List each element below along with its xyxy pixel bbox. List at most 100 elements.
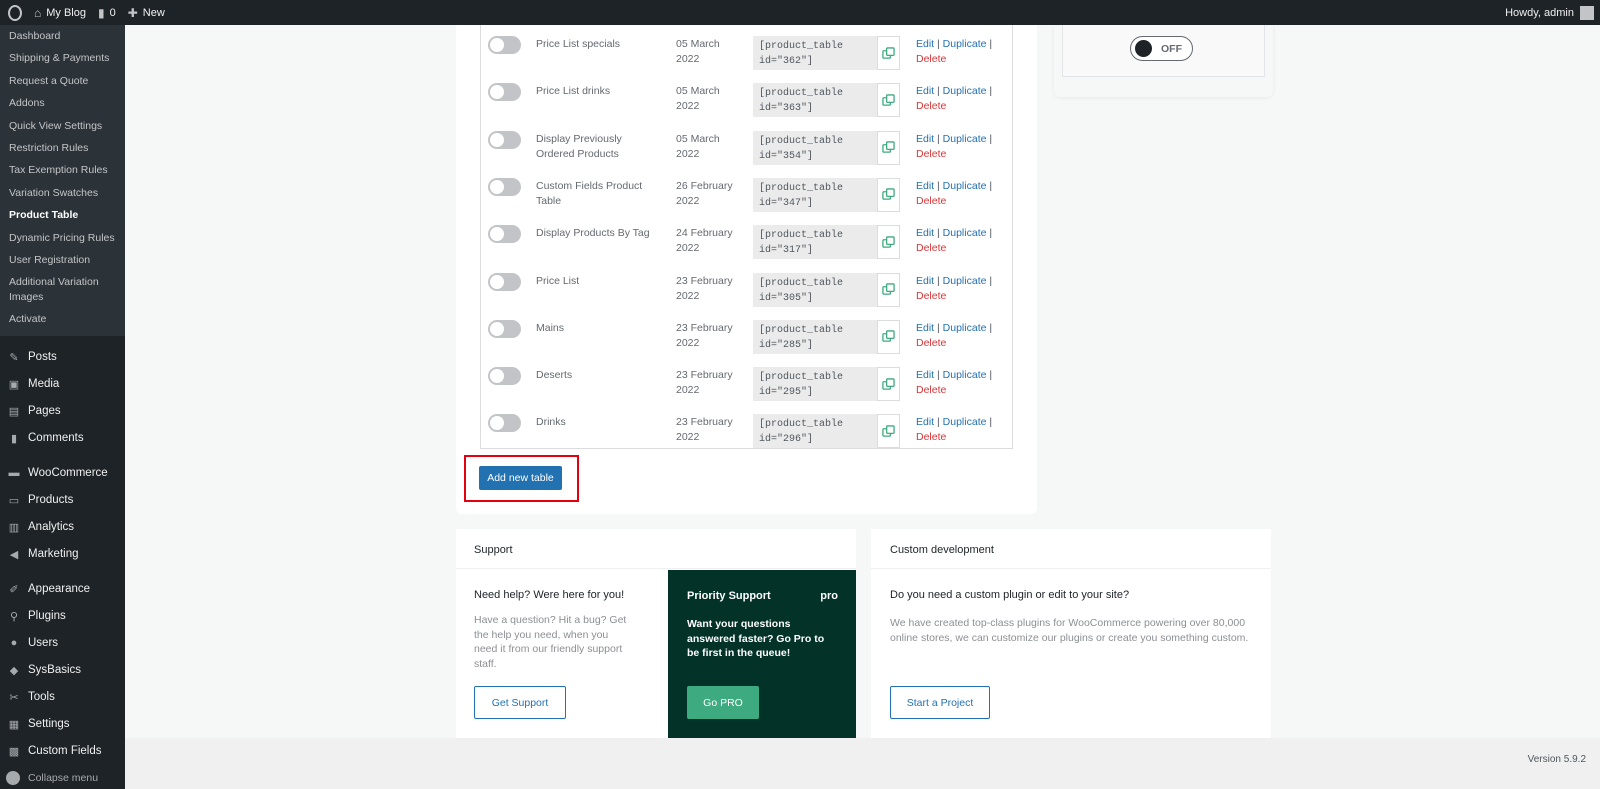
shortcode[interactable]: [product_table id="305"] bbox=[753, 272, 877, 307]
delete-link[interactable]: Delete bbox=[916, 195, 946, 207]
table-status-toggle[interactable] bbox=[488, 319, 521, 338]
copy-shortcode-button[interactable] bbox=[877, 414, 900, 449]
submenu-item[interactable]: Quick View Settings bbox=[0, 115, 125, 137]
comments-link[interactable]: ▮ 0 bbox=[92, 0, 122, 25]
submenu-item[interactable]: Variation Swatches bbox=[0, 182, 125, 204]
copy-shortcode-button[interactable] bbox=[877, 177, 900, 212]
submenu-item[interactable]: Product Table bbox=[0, 204, 125, 226]
table-status-toggle[interactable] bbox=[488, 177, 521, 196]
shortcode[interactable]: [product_table id="354"] bbox=[753, 130, 877, 165]
submenu-item[interactable]: User Registration bbox=[0, 249, 125, 271]
menu-item[interactable]: ✎ Posts bbox=[0, 344, 125, 371]
table-name: Display Products By Tag bbox=[536, 227, 650, 240]
menu-item[interactable]: ▩ Custom Fields bbox=[0, 738, 125, 765]
menu-item[interactable]: ◀ Marketing bbox=[0, 541, 125, 568]
duplicate-link[interactable]: Duplicate bbox=[943, 416, 987, 428]
duplicate-link[interactable]: Duplicate bbox=[943, 369, 987, 381]
wordpress-logo-icon[interactable] bbox=[2, 0, 28, 25]
delete-link[interactable]: Delete bbox=[916, 53, 946, 65]
toggle-label: OFF bbox=[1161, 42, 1182, 55]
menu-item[interactable]: ▦ Settings bbox=[0, 711, 125, 738]
menu-item[interactable]: ✂ Tools bbox=[0, 684, 125, 711]
duplicate-link[interactable]: Duplicate bbox=[943, 133, 987, 145]
duplicate-link[interactable]: Duplicate bbox=[943, 85, 987, 97]
delete-link[interactable]: Delete bbox=[916, 148, 946, 160]
duplicate-link[interactable]: Duplicate bbox=[943, 227, 987, 239]
go-pro-button[interactable]: Go PRO bbox=[687, 686, 759, 719]
menu-item[interactable]: ▥ Analytics bbox=[0, 514, 125, 541]
table-status-toggle[interactable] bbox=[488, 414, 521, 433]
edit-link[interactable]: Edit bbox=[916, 180, 934, 192]
shortcode[interactable]: [product_table id="362"] bbox=[753, 36, 877, 70]
table-status-toggle[interactable] bbox=[488, 367, 521, 386]
account-menu[interactable]: Howdy, admin bbox=[1499, 0, 1600, 25]
submenu-item[interactable]: Restriction Rules bbox=[0, 137, 125, 159]
copy-shortcode-button[interactable] bbox=[877, 272, 900, 307]
menu-item[interactable]: ▣ Media bbox=[0, 371, 125, 398]
shortcode[interactable]: [product_table id="285"] bbox=[753, 319, 877, 354]
get-support-button[interactable]: Get Support bbox=[474, 686, 566, 719]
table-status-toggle[interactable] bbox=[488, 83, 521, 102]
submenu-item[interactable]: Shipping & Payments bbox=[0, 47, 125, 69]
menu-item[interactable]: ◆ SysBasics bbox=[0, 657, 125, 684]
submenu-item[interactable]: Dynamic Pricing Rules bbox=[0, 227, 125, 249]
shortcode[interactable]: [product_table id="317"] bbox=[753, 225, 877, 260]
edit-link[interactable]: Edit bbox=[916, 322, 934, 334]
duplicate-link[interactable]: Duplicate bbox=[943, 275, 987, 287]
shortcode[interactable]: [product_table id="363"] bbox=[753, 83, 877, 118]
copy-shortcode-button[interactable] bbox=[877, 225, 900, 260]
edit-link[interactable]: Edit bbox=[916, 133, 934, 145]
menu-item-label: Tools bbox=[28, 691, 55, 704]
submenu-item[interactable]: Addons bbox=[0, 92, 125, 114]
delete-link[interactable]: Delete bbox=[916, 431, 946, 443]
shortcode[interactable]: [product_table id="347"] bbox=[753, 177, 877, 212]
edit-link[interactable]: Edit bbox=[916, 85, 934, 97]
menu-item[interactable]: ▮ Comments bbox=[0, 425, 125, 452]
collapse-menu-button[interactable]: Collapse menu bbox=[0, 765, 125, 789]
shortcode[interactable]: [product_table id="295"] bbox=[753, 367, 877, 402]
menu-item[interactable]: ● Users bbox=[0, 630, 125, 657]
copy-shortcode-button[interactable] bbox=[877, 367, 900, 402]
edit-link[interactable]: Edit bbox=[916, 227, 934, 239]
delete-link[interactable]: Delete bbox=[916, 290, 946, 302]
delete-link[interactable]: Delete bbox=[916, 242, 946, 254]
copy-shortcode-button[interactable] bbox=[877, 319, 900, 354]
duplicate-link[interactable]: Duplicate bbox=[943, 38, 987, 50]
copy-shortcode-button[interactable] bbox=[877, 83, 900, 118]
menu-item[interactable]: ▬ WooCommerce bbox=[0, 460, 125, 487]
submenu-item[interactable]: Additional Variation Images bbox=[0, 271, 125, 308]
submenu-item[interactable]: Activate bbox=[0, 308, 125, 330]
menu-item[interactable]: ⚲ Plugins bbox=[0, 603, 125, 630]
edit-link[interactable]: Edit bbox=[916, 369, 934, 381]
submenu-item[interactable]: Tax Exemption Rules bbox=[0, 159, 125, 181]
table-status-toggle[interactable] bbox=[488, 130, 521, 149]
edit-link[interactable]: Edit bbox=[916, 416, 934, 428]
table-status-toggle[interactable] bbox=[488, 225, 521, 244]
edit-link[interactable]: Edit bbox=[916, 38, 934, 50]
table-status-toggle[interactable] bbox=[488, 36, 521, 54]
off-toggle[interactable]: OFF bbox=[1130, 36, 1193, 61]
start-project-button[interactable]: Start a Project bbox=[890, 686, 990, 719]
submenu-item[interactable]: Request a Quote bbox=[0, 70, 125, 92]
delete-link[interactable]: Delete bbox=[916, 384, 946, 396]
duplicate-link[interactable]: Duplicate bbox=[943, 180, 987, 192]
menu-item-label: Users bbox=[28, 637, 59, 650]
main-menu: ✎ Posts ▣ Media ▤ Pages ▮ Comments ▬ WooCommerce ▭… bbox=[0, 336, 125, 789]
copy-shortcode-button[interactable] bbox=[877, 36, 900, 70]
menu-item[interactable]: ▤ Pages bbox=[0, 398, 125, 425]
delete-link[interactable]: Delete bbox=[916, 337, 946, 349]
copy-shortcode-button[interactable] bbox=[877, 130, 900, 165]
table-status-toggle[interactable] bbox=[488, 272, 521, 291]
wrench-icon: ✂ bbox=[9, 691, 19, 704]
shortcode[interactable]: [product_table id="296"] bbox=[753, 414, 877, 449]
site-name-link[interactable]: ⌂ My Blog bbox=[28, 0, 92, 25]
menu-item[interactable]: ✐ Appearance bbox=[0, 576, 125, 603]
menu-item[interactable]: ▭ Products bbox=[0, 487, 125, 514]
table-row: Display Previously Ordered Products 05 Ma… bbox=[481, 126, 1012, 173]
add-new-table-button[interactable]: Add new table bbox=[479, 466, 562, 490]
duplicate-link[interactable]: Duplicate bbox=[943, 322, 987, 334]
delete-link[interactable]: Delete bbox=[916, 100, 946, 112]
new-content-link[interactable]: ✚ New bbox=[122, 0, 171, 25]
submenu-item[interactable]: Dashboard bbox=[0, 25, 125, 47]
edit-link[interactable]: Edit bbox=[916, 275, 934, 287]
